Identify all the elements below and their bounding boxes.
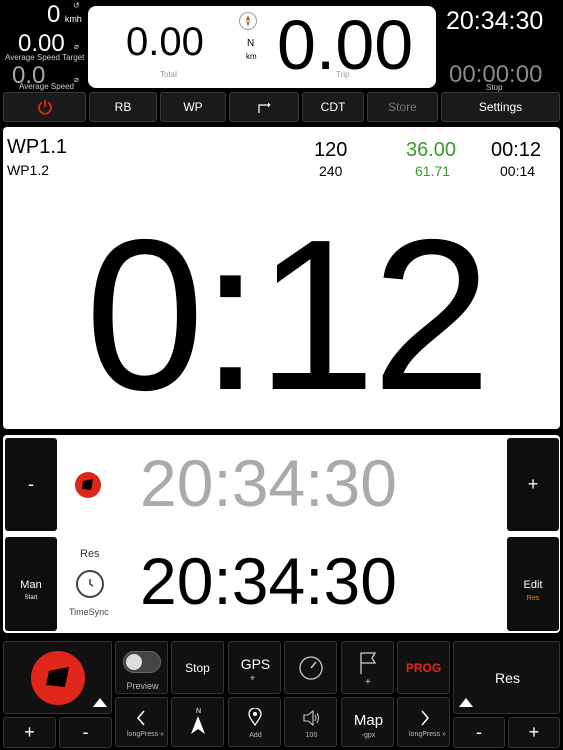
speedometer-button[interactable] <box>284 641 337 694</box>
speaker-icon <box>303 710 319 726</box>
preview-label: Preview <box>126 681 159 691</box>
expand-up-icon-right <box>459 698 473 707</box>
map-label: Map <box>353 712 384 729</box>
satellite-icon: ⌖ <box>250 673 256 683</box>
preview-toggle[interactable]: Preview <box>115 641 168 694</box>
current-speed-target: 36.00 <box>406 139 457 161</box>
time-minus-label: - <box>28 474 34 494</box>
right-plus-label: + <box>528 722 540 742</box>
edit-sub-label: Res <box>526 595 540 602</box>
left-minus-button[interactable]: - <box>59 717 112 748</box>
total-caption: Total <box>160 70 177 79</box>
flag-add-button[interactable]: + <box>341 641 394 694</box>
target-speed-diameter-icon: ⌀ <box>74 42 79 51</box>
stop-button[interactable]: Stop <box>171 641 224 694</box>
flag-button[interactable] <box>3 641 112 714</box>
settings-button[interactable]: Settings <box>441 92 560 122</box>
waypoint-panel: WP1.1 WP1.2 120 240 36.00 61.71 00:12 00… <box>3 127 560 429</box>
manual-label: Man <box>20 579 42 591</box>
chevron-right-icon <box>421 710 429 726</box>
left-plus-label: + <box>24 722 35 742</box>
north-label: N <box>195 708 202 715</box>
cdt-button[interactable]: CDT <box>302 92 364 122</box>
odometer-panel[interactable]: 0.00 Total N km 0.00 Trip <box>88 6 436 88</box>
timesync-label: TimeSync <box>69 607 109 617</box>
expand-up-icon <box>93 698 107 707</box>
stop-label: Stop <box>185 660 210 675</box>
current-distance: 120 <box>314 139 348 161</box>
right-plus-button[interactable]: + <box>508 717 560 748</box>
edit-label: Edit <box>523 579 543 591</box>
chevron-left-icon <box>137 710 145 726</box>
toggle-switch[interactable] <box>123 651 161 673</box>
next-speed-target: 61.71 <box>415 163 451 179</box>
prog-label: PROG <box>405 660 442 675</box>
store-button[interactable]: Store <box>367 92 438 122</box>
stop-caption: Stop <box>486 83 503 92</box>
res-label: Res <box>80 548 100 560</box>
average-speed-caption: Average Speed <box>19 82 75 91</box>
volume-button[interactable]: 100 <box>284 697 337 747</box>
average-speed-diameter-icon: ⌀ <box>74 75 79 84</box>
distance-unit: km <box>246 52 257 61</box>
manual-start-button[interactable]: Man Start <box>5 537 57 631</box>
location-pin-icon <box>248 708 262 726</box>
edit-res-button[interactable]: Edit Res <box>507 537 559 631</box>
current-waypoint: WP1.1 <box>7 136 68 158</box>
gps-button[interactable]: GPS ⌖ <box>228 641 281 694</box>
rb-button[interactable]: RB <box>89 92 157 122</box>
turn-right-icon <box>258 102 271 113</box>
north-button[interactable]: N <box>171 697 224 747</box>
current-speed-value: 0 <box>47 1 61 28</box>
speed-refresh-icon: ↺ <box>73 1 80 10</box>
next-waypoint-time: 00:14 <box>500 163 536 179</box>
add-label: Add <box>249 732 262 739</box>
countdown-display: 0:12 <box>85 194 491 435</box>
timesync-icon[interactable] <box>76 570 104 598</box>
left-minus-label: - <box>82 722 89 742</box>
red-flag-icon <box>75 472 101 498</box>
current-speed-unit: kmh <box>64 14 82 24</box>
target-speed-caption: Average Speed Target <box>5 53 85 62</box>
compass-icon <box>239 12 257 30</box>
clock-time: 20:34:30 <box>446 7 544 35</box>
compass-direction: N <box>247 38 255 49</box>
add-location-button[interactable]: Add <box>228 697 281 747</box>
left-plus-button[interactable]: + <box>3 717 56 748</box>
next-distance: 240 <box>319 163 343 179</box>
current-time-display: 20:34:30 <box>140 544 397 618</box>
right-minus-button[interactable]: - <box>453 717 505 748</box>
time-plus-button[interactable]: + <box>507 438 559 531</box>
prog-button[interactable]: PROG <box>397 641 450 694</box>
gps-label: GPS <box>240 656 271 672</box>
power-icon <box>37 100 52 115</box>
next-waypoint: WP1.2 <box>7 162 50 178</box>
map-button[interactable]: Map -gpx <box>341 697 394 747</box>
volume-level: 100 <box>305 732 318 739</box>
target-time-display: 20:34:30 <box>140 446 397 520</box>
back-longpress-label: longPress « <box>127 731 164 738</box>
power-button[interactable] <box>3 92 86 122</box>
speedometer-icon <box>298 655 323 680</box>
big-flag-icon <box>30 650 85 705</box>
flag-outline-icon <box>360 652 377 674</box>
manual-sub-label: Start <box>24 595 38 601</box>
add-flag-plus: + <box>365 677 371 688</box>
time-plus-label: + <box>527 474 539 494</box>
total-distance-value: 0.00 <box>126 20 204 64</box>
res-button-label: Res <box>495 670 520 686</box>
right-minus-label: - <box>476 722 482 742</box>
back-button[interactable]: longPress « <box>115 697 168 747</box>
wp-button[interactable]: WP <box>160 92 226 122</box>
map-sub-label: -gpx <box>361 732 376 739</box>
res-button[interactable]: Res <box>453 641 560 714</box>
forward-longpress-label: longPress » <box>409 731 446 738</box>
turn-arrow-button[interactable] <box>229 92 299 122</box>
north-arrow-icon <box>191 716 205 734</box>
time-minus-button[interactable]: - <box>5 438 57 531</box>
trip-caption: Trip <box>336 70 350 79</box>
forward-button[interactable]: longPress » <box>397 697 450 747</box>
current-waypoint-time: 00:12 <box>491 139 542 161</box>
